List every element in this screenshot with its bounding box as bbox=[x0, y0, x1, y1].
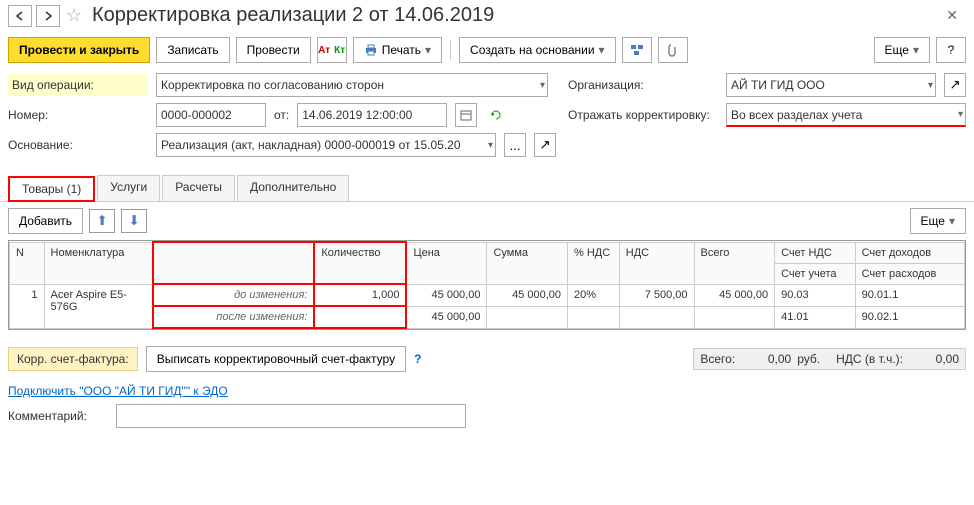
corr-invoice-button[interactable]: Выписать корректировочный счет-фактуру bbox=[146, 346, 406, 372]
more-button[interactable]: Еще bbox=[874, 37, 930, 63]
close-icon[interactable]: ✕ bbox=[938, 7, 966, 24]
printer-icon bbox=[364, 44, 378, 56]
col-vat: НДС bbox=[619, 242, 694, 284]
totals-bar: Всего: 0,00 руб. НДС (в т.ч.): 0,00 bbox=[693, 348, 966, 370]
add-button[interactable]: Добавить bbox=[8, 208, 83, 234]
number-input[interactable]: 0000-000002 bbox=[156, 103, 266, 127]
print-button[interactable]: Печать bbox=[353, 37, 442, 63]
basis-input[interactable]: Реализация (акт, накладная) 0000-000019 … bbox=[156, 133, 496, 157]
chevron-down-icon: ▾ bbox=[928, 80, 933, 91]
calendar-icon bbox=[460, 109, 472, 121]
op-type-label: Вид операции: bbox=[8, 74, 148, 96]
col-sum: Сумма bbox=[487, 242, 568, 284]
write-button[interactable]: Записать bbox=[156, 37, 229, 63]
number-label: Номер: bbox=[8, 108, 148, 122]
nav-back-button[interactable] bbox=[8, 5, 32, 27]
tab-calc[interactable]: Расчеты bbox=[162, 175, 235, 201]
reflect-select[interactable]: Во всех разделах учета ▾ bbox=[726, 103, 966, 127]
help-icon[interactable]: ? bbox=[414, 352, 421, 366]
post-button[interactable]: Провести bbox=[236, 37, 311, 63]
chevron-down-icon: ▾ bbox=[488, 140, 493, 151]
struct-icon bbox=[630, 44, 644, 56]
col-acc: Счет учета bbox=[775, 263, 856, 284]
nav-forward-button[interactable] bbox=[36, 5, 60, 27]
tab-extra[interactable]: Дополнительно bbox=[237, 175, 349, 201]
reflect-label: Отражать корректировку: bbox=[568, 108, 718, 122]
dtkt-button[interactable]: АтКт bbox=[317, 37, 347, 63]
corr-invoice-label: Корр. счет-фактура: bbox=[8, 347, 138, 371]
tab-goods[interactable]: Товары (1) bbox=[8, 176, 95, 202]
goods-table: N Номенклатура Количество Цена Сумма % Н… bbox=[8, 240, 966, 330]
move-up-button[interactable]: ⬆ bbox=[89, 209, 115, 233]
col-qty: Количество bbox=[314, 242, 406, 284]
from-label: от: bbox=[274, 108, 289, 122]
create-based-button[interactable]: Создать на основании bbox=[459, 37, 616, 63]
col-total: Всего bbox=[694, 242, 775, 284]
col-income-acc: Счет доходов bbox=[855, 242, 964, 263]
tab-services[interactable]: Услуги bbox=[97, 175, 160, 201]
col-change bbox=[153, 242, 314, 284]
move-down-button[interactable]: ⬇ bbox=[121, 209, 147, 233]
star-icon[interactable]: ☆ bbox=[64, 6, 84, 26]
post-and-close-button[interactable]: Провести и закрыть bbox=[8, 37, 150, 63]
org-select[interactable]: АЙ ТИ ГИД ООО ▾ bbox=[726, 73, 936, 97]
chevron-down-icon: ▾ bbox=[958, 109, 963, 120]
table-row[interactable]: 1 Acer Aspire E5-576G до изменения: 1,00… bbox=[10, 284, 965, 306]
edo-link[interactable]: Подключить "ООО "АЙ ТИ ГИД"" к ЭДО bbox=[0, 378, 236, 404]
struct-button[interactable] bbox=[622, 37, 652, 63]
paperclip-icon bbox=[667, 43, 679, 57]
col-price: Цена bbox=[406, 242, 487, 284]
comment-label: Комментарий: bbox=[8, 409, 108, 423]
org-open-button[interactable]: ↗ bbox=[944, 73, 966, 97]
comment-input[interactable] bbox=[116, 404, 466, 428]
col-vat-acc: Счет НДС bbox=[775, 242, 856, 263]
basis-label: Основание: bbox=[8, 138, 148, 152]
separator bbox=[450, 40, 451, 60]
table-more-button[interactable]: Еще bbox=[910, 208, 966, 234]
org-label: Организация: bbox=[568, 78, 718, 92]
page-title: Корректировка реализации 2 от 14.06.2019 bbox=[92, 4, 934, 27]
col-expense-acc: Счет расходов bbox=[855, 263, 964, 284]
calendar-button[interactable] bbox=[455, 103, 477, 127]
col-n: N bbox=[10, 242, 45, 284]
op-type-select[interactable]: Корректировка по согласованию сторон ▾ bbox=[156, 73, 548, 97]
date-input[interactable]: 14.06.2019 12:00:00 bbox=[297, 103, 447, 127]
basis-open-button[interactable]: ↗ bbox=[534, 133, 556, 157]
chevron-down-icon: ▾ bbox=[540, 80, 545, 91]
col-vat-pct: % НДС bbox=[568, 242, 620, 284]
refresh-button[interactable] bbox=[485, 103, 507, 127]
attach-button[interactable] bbox=[658, 37, 688, 63]
help-button[interactable]: ? bbox=[936, 37, 966, 63]
refresh-icon bbox=[489, 109, 503, 121]
table-row[interactable]: после изменения: 45 000,00 41.01 90.02.1 bbox=[10, 306, 965, 328]
col-item: Номенклатура bbox=[44, 242, 153, 284]
basis-select-button[interactable]: ... bbox=[504, 133, 526, 157]
